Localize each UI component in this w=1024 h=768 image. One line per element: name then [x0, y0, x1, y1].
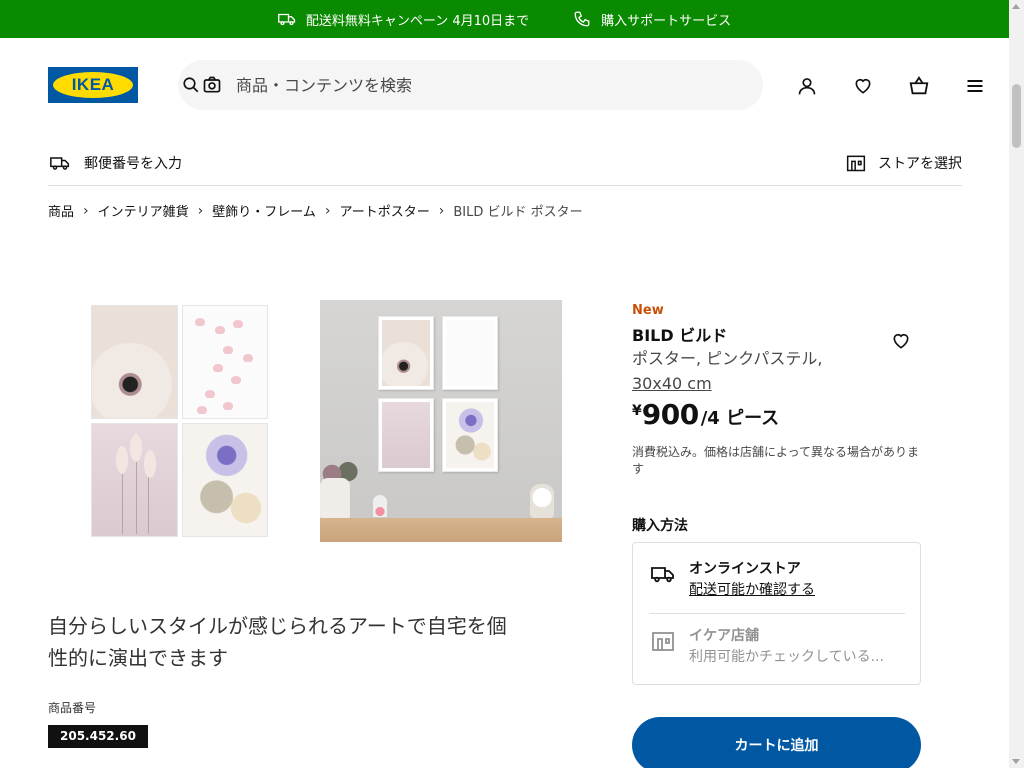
banner-shipping[interactable]: 配送料無料キャンペーン 4月10日まで: [277, 10, 530, 29]
add-to-cart-button[interactable]: カートに追加: [632, 717, 921, 768]
check-delivery-link[interactable]: 配送可能か確認する: [689, 579, 815, 601]
poster-pansies: [181, 423, 268, 537]
search-bar[interactable]: [178, 60, 763, 110]
location-bar: 郵便番号を入力 ストアを選択: [48, 140, 962, 186]
product-type: ポスター, ピンクパステル,: [632, 349, 823, 368]
sideboard: [320, 518, 562, 542]
store-title: イケア店舗: [689, 628, 759, 644]
purchase-options: オンラインストア 配送可能か確認する イケア店舗 利用可能かチェックしている..…: [632, 542, 921, 685]
frame: [378, 398, 434, 472]
article-number-label: 商品番号: [48, 701, 97, 715]
store-select-button[interactable]: ストアを選択: [846, 153, 962, 173]
user-icon[interactable]: [791, 70, 823, 102]
logo-text: IKEA: [53, 72, 133, 98]
banner-support-text: 購入サポートサービス: [601, 13, 732, 29]
truck-icon: [50, 156, 70, 170]
chevron-right-icon: ›: [83, 202, 89, 219]
postal-code-label: 郵便番号を入力: [84, 155, 182, 172]
search-input[interactable]: [236, 75, 716, 95]
banner-shipping-text: 配送料無料キャンペーン 4月10日まで: [305, 13, 530, 29]
article-number: 205.452.60: [48, 725, 148, 748]
favorite-heart-icon[interactable]: [889, 329, 913, 353]
breadcrumb-item[interactable]: インテリア雑貨: [98, 201, 189, 220]
cart-icon[interactable]: [903, 70, 935, 102]
store-availability-status: 利用可能かチェックしている...: [689, 649, 884, 665]
truck-icon: [277, 13, 296, 26]
banner-support[interactable]: 購入サポートサービス: [573, 10, 731, 29]
scroll-up-icon[interactable]: [1012, 4, 1020, 9]
breadcrumb: 商品 › インテリア雑貨 › 壁飾り・フレーム › アートポスター › BILD…: [48, 201, 583, 221]
frame: [442, 398, 498, 472]
promo-banner: 配送料無料キャンペーン 4月10日まで 購入サポートサービス: [0, 0, 1009, 38]
chevron-right-icon: ›: [438, 202, 445, 219]
chevron-right-icon: ›: [324, 202, 331, 219]
poster-anemone: [91, 305, 178, 419]
vase-decor: [320, 478, 350, 518]
frame: [378, 316, 434, 390]
chevron-right-icon: ›: [197, 202, 204, 219]
product-size-link[interactable]: 30x40 cm: [632, 371, 822, 396]
scroll-down-icon[interactable]: [1012, 759, 1020, 764]
tax-note: 消費税込み。価格は店舗によって異なる場合があります: [632, 445, 920, 476]
store-option[interactable]: イケア店舗 利用可能かチェックしている...: [651, 627, 884, 668]
heart-icon[interactable]: [847, 70, 879, 102]
divider: [649, 613, 905, 614]
price-amount: 900: [641, 398, 699, 431]
poster-grass: [91, 423, 178, 537]
store-select-label: ストアを選択: [878, 155, 962, 172]
store-icon: [652, 632, 674, 651]
price-currency: ¥: [632, 403, 642, 419]
frame: [442, 316, 498, 390]
product-image-room[interactable]: [320, 300, 562, 542]
breadcrumb-current: BILD ビルド ポスター: [453, 205, 583, 220]
truck-icon: [651, 567, 674, 583]
product-description: ポスター, ピンクパステル, 30x40 cm: [632, 346, 822, 396]
product-price: ¥ 900 /4 ピース: [632, 398, 779, 431]
scroll-thumb[interactable]: [1012, 84, 1021, 148]
glass-dome-decor: [372, 494, 388, 518]
ikea-logo[interactable]: IKEA: [48, 67, 138, 103]
breadcrumb-item[interactable]: 壁飾り・フレーム: [212, 201, 316, 220]
product-headline: 自分らしいスタイルが感じられるアートで自宅を個性的に演出できます: [48, 614, 507, 670]
phone-icon: [574, 11, 590, 27]
page-scrollbar[interactable]: [1009, 0, 1024, 768]
header-actions: [791, 70, 991, 102]
price-unit: /4 ピース: [700, 408, 780, 429]
breadcrumb-item[interactable]: アートポスター: [339, 201, 429, 220]
poster-butterflies: [181, 305, 268, 419]
online-store-option[interactable]: オンラインストア 配送可能か確認する: [651, 560, 815, 601]
search-icon[interactable]: [182, 76, 200, 94]
camera-icon[interactable]: [202, 75, 222, 95]
product-name: BILD ビルド: [632, 326, 728, 345]
product-image-posters[interactable]: [91, 305, 268, 537]
breadcrumb-item[interactable]: 商品: [48, 201, 74, 220]
store-icon: [846, 155, 866, 171]
online-store-title: オンラインストア: [689, 561, 801, 577]
how-to-buy-heading: 購入方法: [632, 518, 688, 534]
lamp-decor: [530, 484, 554, 518]
new-badge: New: [632, 303, 664, 318]
postal-code-button[interactable]: 郵便番号を入力: [48, 153, 182, 173]
menu-icon[interactable]: [959, 70, 991, 102]
